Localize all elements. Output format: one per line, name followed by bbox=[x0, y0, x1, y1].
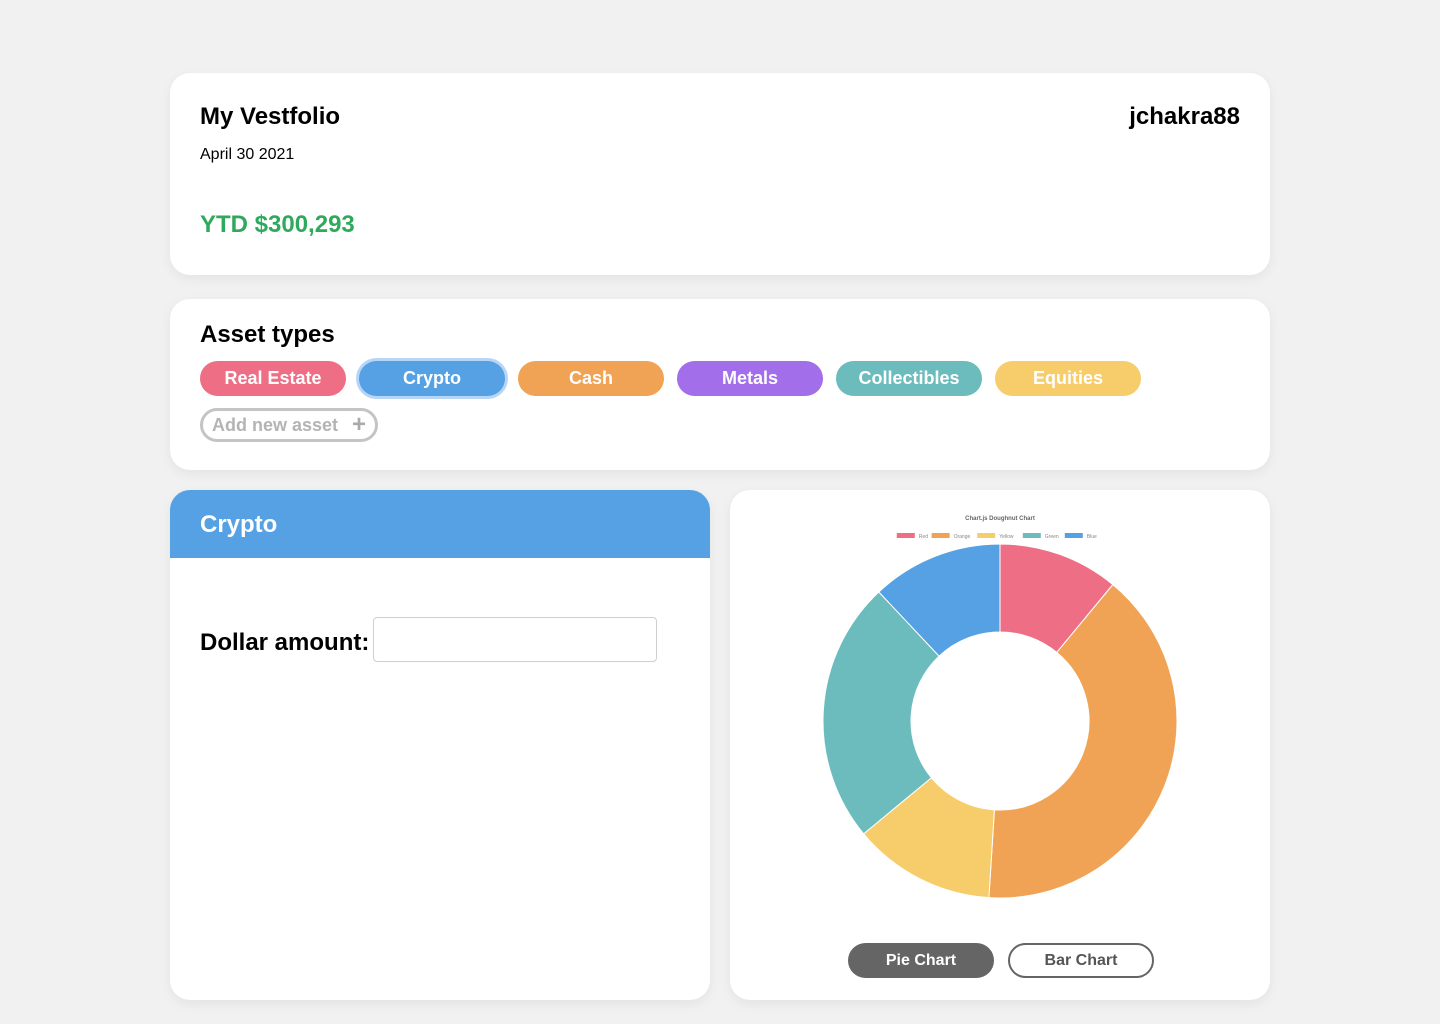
chart-title: Chart.js Doughnut Chart bbox=[965, 516, 1035, 522]
dollar-amount-input[interactable] bbox=[373, 617, 657, 662]
legend-label: Orange bbox=[954, 534, 971, 540]
dollar-amount-label: Dollar amount: bbox=[200, 629, 370, 656]
legend-swatch bbox=[1022, 533, 1041, 538]
bar-chart-button[interactable]: Bar Chart bbox=[1008, 943, 1154, 978]
header-card: My Vestfolio jchakra88 April 30 2021 YTD… bbox=[170, 73, 1270, 275]
username[interactable]: jchakra88 bbox=[1129, 103, 1240, 131]
legend-label: Blue bbox=[1087, 534, 1097, 540]
app-title: My Vestfolio bbox=[200, 103, 341, 130]
legend-swatch bbox=[931, 533, 950, 538]
asset-pill-real-estate[interactable]: Real Estate bbox=[200, 361, 346, 396]
legend-label: Yellow bbox=[999, 534, 1014, 540]
legend-label: Red bbox=[919, 534, 928, 540]
asset-pill-equities[interactable]: Equities bbox=[995, 361, 1141, 396]
legend-swatch bbox=[896, 533, 915, 538]
asset-detail-card: Crypto Dollar amount: bbox=[170, 490, 710, 1000]
asset-pill-collectibles[interactable]: Collectibles bbox=[836, 361, 982, 396]
add-asset-button[interactable]: Add new asset + bbox=[200, 408, 378, 442]
chart-card: Chart.js Doughnut Chart Red Orange Yellow Gr… bbox=[730, 490, 1270, 1000]
ytd-total: YTD $300,293 bbox=[200, 211, 355, 238]
legend-label: Green bbox=[1045, 534, 1059, 540]
add-asset-label: Add new asset bbox=[211, 414, 339, 435]
asset-types-heading: Asset types bbox=[200, 321, 335, 348]
detail-title: Crypto bbox=[200, 511, 278, 538]
doughnut-chart: Chart.js Doughnut Chart Red Orange Yellow Gr… bbox=[822, 516, 1178, 899]
asset-pill-metals[interactable]: Metals bbox=[677, 361, 823, 396]
report-date: April 30 2021 bbox=[200, 146, 295, 163]
legend-swatch bbox=[977, 533, 996, 538]
asset-pill-cash[interactable]: Cash bbox=[518, 361, 664, 396]
pie-chart-button[interactable]: Pie Chart bbox=[848, 943, 994, 978]
asset-types-card: Asset types Real Estate Crypto Cash Meta… bbox=[170, 299, 1270, 470]
legend-swatch bbox=[1064, 533, 1083, 538]
plus-icon: + bbox=[352, 411, 367, 438]
asset-pill-crypto[interactable]: Crypto bbox=[359, 361, 505, 396]
